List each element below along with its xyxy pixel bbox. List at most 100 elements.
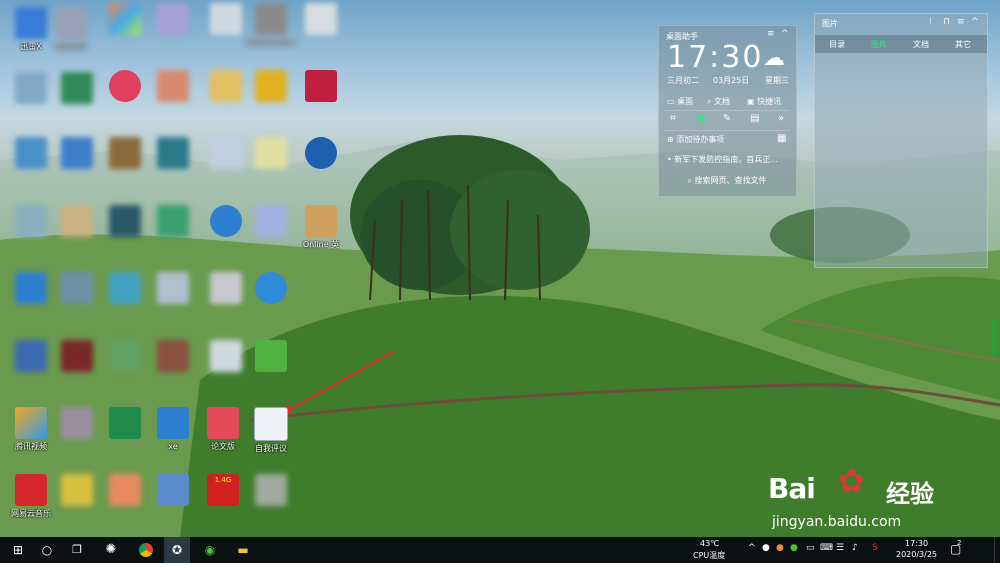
app-icon [255, 205, 287, 237]
taskbar-clock-date[interactable]: 2020/3/25 [896, 550, 937, 559]
tab-documents[interactable]: 文档 [913, 39, 929, 50]
desktop-icon-online[interactable]: Online 英 [290, 205, 352, 250]
app-icon [15, 137, 47, 169]
chevron-up-icon[interactable]: ^ [748, 543, 756, 553]
monitor-tray-icon[interactable]: ▭ [806, 543, 815, 553]
add-todo-button[interactable]: ⊕ 添加待办事项 [667, 134, 724, 145]
clock-time: 17:30 [667, 40, 764, 75]
baidu-watermark: Bai ✿ 经验 jingyan.baidu.com [768, 462, 968, 532]
app-icon [210, 137, 242, 169]
date: 03月25日 [713, 76, 750, 85]
qq-tray-icon[interactable]: ● [762, 543, 770, 553]
windows-start-icon[interactable]: ⊞ [8, 537, 28, 563]
desktop-assistant-widget: 桌面助手 ≡ ^ 17:30 ☁ 三月初二 03月25日 星期三 ▭ 桌面 ⌕ … [658, 25, 797, 197]
chrome-icon[interactable] [134, 537, 158, 563]
tab-directory[interactable]: 目录 [829, 39, 845, 50]
wechat-taskbar-icon[interactable]: ◉ [198, 537, 222, 563]
app-icon [210, 205, 242, 237]
grid-icon[interactable]: ▤ [749, 113, 761, 125]
word-doc-icon [254, 407, 288, 441]
keyboard-icon[interactable]: ⌨ [820, 543, 833, 553]
paper-icon [207, 407, 239, 439]
flag-icon [109, 407, 141, 439]
tab-other[interactable]: 其它 [955, 39, 971, 50]
edit-icon[interactable]: ✎ [721, 113, 733, 125]
app-icon [61, 272, 93, 304]
plus-circle-icon: ⊕ [667, 135, 674, 144]
app-icon [305, 70, 337, 102]
divider [665, 110, 790, 111]
toggle-icon[interactable]: ● [695, 113, 707, 125]
paw-icon: ✿ [838, 462, 865, 500]
list-view-icon[interactable]: ⁝ [929, 17, 932, 27]
baidu-logo-cn: 经验 [886, 480, 934, 508]
news-item[interactable]: • 新军下发防控指南，首兵正... [667, 154, 778, 165]
app-icon [15, 340, 47, 372]
app-icon [61, 137, 93, 169]
app-icon [109, 272, 141, 304]
lock-icon[interactable]: ⊓ [943, 17, 950, 27]
file-explorer-icon[interactable]: ▬ [230, 537, 256, 563]
app-icon [109, 340, 141, 372]
app-icon [157, 3, 189, 35]
shortcut-desktop[interactable]: ▭ 桌面 [667, 96, 693, 107]
task-view-icon[interactable]: ❐ [68, 537, 86, 563]
menu-icon[interactable]: ≡ [767, 29, 775, 39]
panel-tabs: 目录 图片 文档 其它 [815, 35, 987, 53]
pictures-panel: 图片 ⁝ ⊓ ≡ ^ 目录 图片 文档 其它 [814, 13, 988, 268]
assistant-search[interactable]: ⌕ 搜索网页、查找文件 [669, 174, 785, 188]
tab-pictures[interactable]: 图片 [871, 39, 887, 50]
baidu-logo-text: Bai [768, 472, 816, 505]
app-icon [61, 72, 93, 104]
cortana-icon[interactable]: ○ [38, 537, 56, 563]
app-icon [157, 340, 189, 372]
desktop-icon[interactable] [290, 70, 352, 102]
side-scrollbar[interactable] [992, 320, 997, 358]
lunar-date: 三月初二 [667, 76, 699, 85]
xe-icon [157, 407, 189, 439]
app-icon [61, 205, 93, 237]
desktop-icon[interactable] [240, 474, 302, 506]
desktop-icon-kugou[interactable]: 酷狗音乐 [40, 7, 102, 52]
more-icon[interactable]: » [775, 113, 787, 125]
wechat-tray-icon[interactable]: ● [790, 543, 798, 553]
crop-icon[interactable]: ⌗ [667, 113, 679, 125]
app-icon [210, 3, 242, 35]
sogou-ime-icon[interactable]: S [872, 543, 878, 553]
app-icon [305, 205, 337, 237]
chevron-up-icon[interactable]: ^ [781, 29, 789, 39]
chevron-up-icon[interactable]: ^ [971, 17, 979, 27]
pinwheel-app-icon[interactable]: ✺ [100, 537, 122, 563]
kugou-icon [55, 7, 87, 39]
monitor-icon: ▭ [667, 97, 675, 106]
taskbar: ⊞ ○ ❐ ✺ ✪ ◉ ▬ 43℃ CPU温度 ^ ● ● ● ▭ ⌨ ☰ ♪ … [0, 537, 1000, 563]
qrcode-icon[interactable]: ▦ [777, 133, 786, 144]
app-icon [15, 272, 47, 304]
desktop-icon[interactable] [290, 3, 352, 35]
taskbar-clock-time[interactable]: 17:30 [905, 539, 928, 548]
desktop-icon[interactable] [290, 137, 352, 169]
app-icon [157, 70, 189, 102]
app-icon [109, 205, 141, 237]
storage-icon: 1.4G [207, 474, 239, 506]
desktop-icon-self-review[interactable]: 自我评议 [240, 407, 302, 454]
qq-icon[interactable]: ✪ [164, 537, 190, 563]
app-icon [109, 474, 141, 506]
show-desktop-button[interactable] [994, 537, 1000, 563]
desktop-icon[interactable] [240, 272, 302, 304]
wechat-icon [255, 340, 287, 372]
cpu-temperature: 43℃ [700, 539, 720, 548]
search-icon: ⌕ [707, 97, 712, 106]
youdao-icon [255, 3, 287, 35]
desktop-icon[interactable] [240, 340, 302, 372]
network-icon[interactable]: ☰ [836, 543, 844, 553]
shortcut-quicknews[interactable]: ▣ 快捷讯 [747, 96, 781, 107]
app-icon [109, 3, 141, 35]
color-tray-icon[interactable]: ● [776, 543, 784, 553]
volume-icon[interactable]: ♪ [852, 543, 858, 553]
app-icon [210, 272, 242, 304]
globe-icon [305, 137, 337, 169]
shortcut-documents[interactable]: ⌕ 文档 [707, 96, 730, 107]
menu-icon[interactable]: ≡ [957, 17, 965, 27]
app-icon [61, 474, 93, 506]
